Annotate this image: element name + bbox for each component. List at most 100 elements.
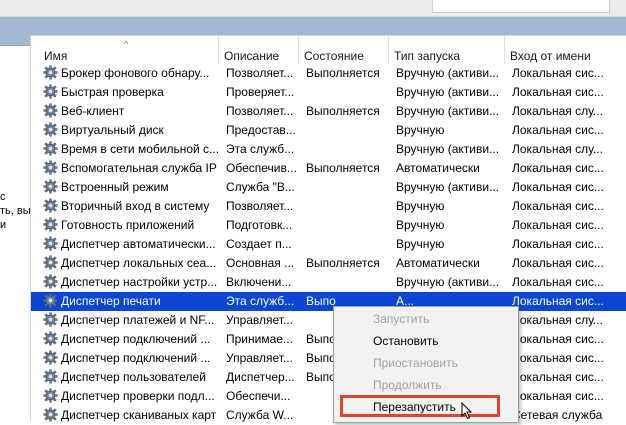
service-description-cell: Эта служб... <box>226 142 295 156</box>
service-startup-cell: Автоматически <box>396 161 480 175</box>
service-name-cell: Вспомогательная служба IP <box>43 159 219 178</box>
service-row[interactable]: Диспетчер автоматически... Создает п... Вр… <box>31 235 626 254</box>
service-name-text: Диспетчер локальных сеа... <box>61 256 217 270</box>
service-logon-cell: Локальная сис... <box>512 275 604 289</box>
service-logon-cell: Локальная сис... <box>512 332 604 346</box>
gear-icon <box>43 122 58 137</box>
service-row[interactable]: Вторичный вход в систему Позволяет... Вруч… <box>31 197 626 216</box>
service-logon-cell: Локальная сис... <box>512 161 604 175</box>
service-startup-cell: Вручную <box>396 237 445 251</box>
service-logon-cell: Локальная сис... <box>512 389 604 403</box>
service-row[interactable]: Брокер фонового обнару... Позволяет... Вып… <box>31 64 626 83</box>
service-startup-cell: Вручную (активи... <box>396 275 500 289</box>
service-name-text: Встроенный режим <box>61 180 169 194</box>
service-description-cell: Позволяет... <box>226 104 294 118</box>
service-name-text: Виртуальный диск <box>61 123 164 137</box>
service-name-cell: Диспетчер подключений ... <box>43 349 219 368</box>
service-startup-cell: Вручную (активи... <box>396 85 500 99</box>
service-row[interactable]: Диспетчер печати Эта служб... Выпо А... Лока… <box>31 292 626 311</box>
service-row[interactable]: Диспетчер настройки устр... Включени... Вр… <box>31 273 626 292</box>
gear-icon <box>43 141 58 156</box>
service-state-cell <box>306 83 390 102</box>
column-header-state[interactable]: Состояние <box>299 36 389 64</box>
service-logon-cell: Локальная слу... <box>512 104 603 118</box>
mouse-pointer-icon <box>461 402 473 420</box>
context-menu-item[interactable]: Остановить <box>334 330 518 352</box>
service-name-cell: Диспетчер автоматически... <box>43 235 219 254</box>
service-name-cell: Диспетчер сканиваных карт <box>43 406 219 425</box>
service-name-text: Диспетчер настройки устр... <box>61 275 218 289</box>
gear-icon <box>43 312 58 327</box>
service-description-cell: Служба W... <box>226 408 294 422</box>
service-state-cell: Выполняется <box>306 161 380 175</box>
service-name-text: Диспетчер печати <box>61 294 161 308</box>
service-description-cell: Позволяет... <box>226 66 294 80</box>
service-row[interactable]: Диспетчер локальных сеа... Основная ... Вы… <box>31 254 626 273</box>
service-logon-cell: Локальная сис... <box>512 256 604 270</box>
service-logon-cell: Локальная сис... <box>512 237 604 251</box>
service-logon-cell: Локальная сис... <box>512 199 604 213</box>
service-name-text: Брокер фонового обнару... <box>61 66 210 80</box>
service-state-cell: Выполняется <box>306 256 380 270</box>
service-startup-cell: Вручную (активи... <box>396 66 500 80</box>
service-state-cell: Выполняется <box>306 104 380 118</box>
service-name-cell: Диспетчер настройки устр... <box>43 273 219 292</box>
service-row[interactable]: Вспомогательная служба IP Обеспечив... Вып… <box>31 159 626 178</box>
gear-icon <box>43 198 58 213</box>
service-name-cell: Брокер фонового обнару... <box>43 64 219 83</box>
service-name-text: Диспетчер проверки подл... <box>61 389 215 403</box>
column-header-logon[interactable]: Вход от имени <box>505 36 626 64</box>
top-field <box>432 0 610 13</box>
service-state-cell <box>306 197 390 216</box>
context-menu-item: Запустить <box>373 312 430 326</box>
service-description-cell: Основная ... <box>226 256 295 270</box>
service-description-cell: Управляет... <box>226 313 293 327</box>
service-state-cell <box>306 140 390 159</box>
service-row[interactable]: Готовность приложений Подготовк... Вручную… <box>31 216 626 235</box>
service-row[interactable]: Встроенный режим Служба "В... Вручную (акт… <box>31 178 626 197</box>
service-name-text: Диспетчер платежей и NF... <box>61 313 215 327</box>
service-name-text: Диспетчер подключений ... <box>61 332 211 346</box>
service-row[interactable]: Диспетчер пользователей Диспетчер... Выпо Л… <box>31 368 626 387</box>
service-name-cell: Готовность приложений <box>43 216 219 235</box>
service-description-cell: Диспетчер... <box>226 370 295 384</box>
gear-icon <box>43 407 58 422</box>
service-row[interactable]: Виртуальный диск Предостав... Вручную Локал… <box>31 121 626 140</box>
service-logon-cell: Локальная слу... <box>512 313 603 327</box>
column-header-startup[interactable]: Тип запуска <box>389 36 505 64</box>
service-name-cell: Диспетчер подключений ... <box>43 330 219 349</box>
service-row[interactable]: Быстрая проверка Проверяет... Вручную (акт… <box>31 83 626 102</box>
service-row[interactable]: Диспетчер подключений ... Управляет... Вып… <box>31 349 626 368</box>
context-menu-item: Приостановить <box>373 356 458 370</box>
service-name-cell: Веб-клиент <box>43 102 219 121</box>
gear-icon <box>43 350 58 365</box>
service-name-text: Быстрая проверка <box>61 85 164 99</box>
column-header-description[interactable]: Описание <box>219 36 299 64</box>
service-name-text: Готовность приложений <box>61 218 195 232</box>
gear-icon <box>43 84 58 99</box>
column-header-name[interactable]: Имя <box>31 36 219 64</box>
service-row[interactable]: Диспетчер сканиваных карт Служба W... Сете… <box>31 406 626 425</box>
service-row[interactable]: Диспетчер проверки подл... Обеспечи... Лок… <box>31 387 626 406</box>
service-row[interactable]: Диспетчер подключений ... Принимае... Выпо… <box>31 330 626 349</box>
service-name-text: Вторичный вход в систему <box>61 199 210 213</box>
service-row[interactable]: Диспетчер платежей и NF... Управляет... Ло… <box>31 311 626 330</box>
service-description-cell: Проверяет... <box>226 85 295 99</box>
service-name-cell: Время в сети мобильной с... <box>43 140 219 159</box>
service-row[interactable]: Веб-клиент Позволяет... Выполняется Вручную… <box>31 102 626 121</box>
service-logon-cell: Локальная сис... <box>512 294 604 308</box>
service-logon-cell: Локальная сис... <box>512 351 604 365</box>
services-list[interactable]: ^ Имя Описание Состояние Тип запуска Вхо… <box>30 35 626 422</box>
service-name-cell: Виртуальный диск <box>43 121 219 140</box>
service-description-cell: Управляет... <box>226 351 293 365</box>
service-name-cell: Диспетчер печати <box>43 292 219 311</box>
gear-icon <box>43 236 58 251</box>
service-startup-cell: Вручную (активи... <box>396 142 500 156</box>
service-state-cell <box>306 235 390 254</box>
service-description-cell: Включени... <box>226 275 292 289</box>
gear-icon <box>43 217 58 232</box>
service-logon-cell: Локальная слу... <box>512 142 603 156</box>
service-row[interactable]: Время в сети мобильной с... Эта служб... В… <box>31 140 626 159</box>
gear-icon <box>43 255 58 270</box>
top-strip <box>0 0 626 17</box>
